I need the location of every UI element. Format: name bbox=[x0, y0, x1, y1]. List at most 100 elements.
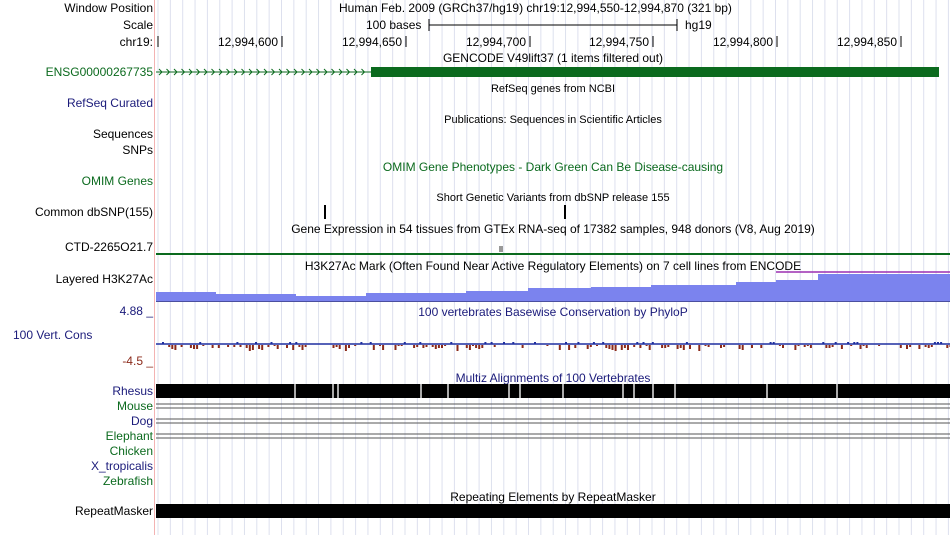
phylop-negative-bar bbox=[196, 345, 199, 349]
phylop-negative-bar bbox=[478, 345, 481, 349]
phylop-negative-bar bbox=[379, 345, 381, 346]
phylop-positive-bar bbox=[602, 342, 605, 344]
multiz-species-elephant[interactable]: Elephant bbox=[106, 429, 153, 443]
multiz-species-zebrafish[interactable]: Zebrafish bbox=[103, 474, 153, 488]
phylop-track-label[interactable]: 100 Vert. Cons bbox=[13, 328, 92, 342]
ruler-tick-label: 12,994,850 bbox=[837, 35, 897, 49]
phylop-negative-bar bbox=[738, 345, 741, 349]
phylop-negative-bar bbox=[679, 345, 682, 348]
phylop-negative-bar bbox=[614, 345, 617, 351]
phylop-negative-bar bbox=[444, 345, 447, 346]
snps-track-label[interactable]: SNPs bbox=[122, 143, 153, 157]
multiz-species-mouse[interactable]: Mouse bbox=[117, 399, 153, 413]
phylop-negative-bar bbox=[667, 345, 670, 347]
phylop-conservation-plot[interactable] bbox=[156, 320, 950, 370]
gencode-item-label[interactable]: ENSG00000267735 bbox=[46, 65, 153, 79]
phylop-positive-bar bbox=[360, 342, 363, 344]
phylop-negative-bar bbox=[751, 345, 753, 348]
phylop-negative-bar bbox=[611, 345, 614, 350]
phylop-negative-bar bbox=[704, 345, 707, 346]
phylop-positive-bar bbox=[636, 342, 639, 344]
snp-variant-mark[interactable] bbox=[564, 205, 566, 219]
phylop-negative-bar bbox=[831, 345, 834, 347]
dbsnp-variants[interactable] bbox=[156, 205, 950, 220]
phylop-positive-bar bbox=[651, 342, 654, 344]
h3k27ac-track-label[interactable]: Layered H3K27Ac bbox=[56, 272, 153, 286]
gtex-expression-mark bbox=[499, 246, 503, 252]
phylop-negative-bar bbox=[899, 345, 902, 348]
refseq-track-label[interactable]: RefSeq Curated bbox=[67, 96, 153, 110]
multiz-species-rhesus[interactable]: Rhesus bbox=[112, 384, 153, 398]
ruler-tick-label: 12,994,650 bbox=[342, 35, 402, 49]
gencode-exon-block[interactable] bbox=[371, 67, 939, 77]
phylop-positive-bar bbox=[847, 342, 850, 344]
phylop-negative-bar bbox=[465, 345, 468, 348]
phylop-negative-bar bbox=[633, 345, 636, 347]
window-position-label: Window Position bbox=[64, 1, 153, 15]
phylop-negative-bar bbox=[924, 345, 927, 347]
phylop-negative-bar bbox=[168, 345, 171, 347]
window-position-value: Human Feb. 2009 (GRCh37/hg19) chr19:12,9… bbox=[339, 1, 732, 15]
phylop-positive-bar bbox=[534, 342, 536, 344]
phylop-negative-bar bbox=[797, 345, 800, 346]
dbsnp-track-title: Short Genetic Variants from dbSNP releas… bbox=[436, 192, 670, 204]
repeat-element-block[interactable] bbox=[156, 504, 950, 518]
multiz-species-chicken[interactable]: Chicken bbox=[110, 444, 153, 458]
ruler-tick-label: 12,994,750 bbox=[589, 35, 649, 49]
phylop-positive-bar bbox=[289, 342, 292, 344]
phylop-negative-bar bbox=[481, 345, 484, 348]
phylop-negative-bar bbox=[918, 345, 921, 349]
phylop-negative-bar bbox=[782, 345, 784, 348]
scale-value: 100 bases bbox=[366, 18, 422, 32]
phylop-negative-bar bbox=[806, 345, 809, 346]
phylop-negative-bar bbox=[301, 345, 304, 350]
phylop-negative-bar bbox=[676, 345, 679, 349]
repeatmasker-track-label[interactable]: RepeatMasker bbox=[75, 504, 153, 518]
phylop-negative-bar bbox=[437, 345, 440, 348]
phylop-negative-bar bbox=[456, 345, 459, 351]
publications-track-label[interactable]: Sequences bbox=[93, 127, 153, 141]
phylop-negative-bar bbox=[217, 345, 220, 348]
phylop-negative-bar bbox=[261, 345, 264, 350]
phylop-positive-bar bbox=[484, 342, 487, 344]
rhesus-alignment-block[interactable] bbox=[156, 384, 950, 398]
phylop-negative-bar bbox=[608, 345, 611, 349]
rhesus-alignment-gap bbox=[622, 384, 624, 398]
h3k27ac-signal[interactable] bbox=[156, 270, 950, 302]
phylop-negative-bar bbox=[865, 345, 868, 348]
multiz-species-dog[interactable]: Dog bbox=[131, 414, 153, 428]
phylop-negative-bar bbox=[394, 345, 397, 350]
phylop-negative-bar bbox=[862, 345, 865, 346]
phylop-positive-bar bbox=[940, 342, 943, 344]
base-position-ruler[interactable]: 12,994,600 12,994,650 12,994,700 12,994,750… bbox=[156, 34, 950, 50]
gtex-expression-bar[interactable] bbox=[156, 246, 950, 256]
rhesus-alignment-gap bbox=[766, 384, 768, 398]
phylop-positive-bar bbox=[369, 342, 372, 344]
phylop-negative-bar bbox=[193, 345, 195, 349]
phylop-positive-bar bbox=[933, 342, 936, 344]
gtex-track-label[interactable]: CTD-2265O21.7 bbox=[65, 240, 153, 254]
phylop-negative-bar bbox=[211, 345, 214, 348]
phylop-negative-bar bbox=[434, 345, 437, 349]
omim-track-label[interactable]: OMIM Genes bbox=[82, 174, 153, 188]
repeatmasker-element[interactable] bbox=[156, 504, 950, 518]
snp-variant-mark[interactable] bbox=[324, 205, 326, 219]
gtex-track-title: Gene Expression in 54 tissues from GTEx … bbox=[291, 222, 815, 236]
phylop-positive-bar bbox=[512, 342, 515, 344]
phylop-negative-bar bbox=[589, 345, 592, 347]
phylop-negative-bar bbox=[698, 345, 701, 351]
phylop-negative-bar bbox=[648, 345, 651, 350]
multiz-species-x-tropicalis[interactable]: X_tropicalis bbox=[91, 459, 153, 473]
phylop-positive-bar bbox=[592, 342, 595, 344]
multiz-alignment-blocks[interactable] bbox=[156, 384, 950, 440]
rhesus-alignment-gap bbox=[519, 384, 521, 398]
dbsnp-track-label[interactable]: Common dbSNP(155) bbox=[35, 205, 153, 219]
gencode-gene-model[interactable] bbox=[156, 66, 950, 78]
phylop-negative-bar bbox=[397, 345, 400, 346]
scale-bar bbox=[428, 19, 678, 31]
phylop-negative-bar bbox=[425, 345, 428, 347]
rhesus-alignment-gap bbox=[447, 384, 449, 398]
publications-track-title: Publications: Sequences in Scientific Ar… bbox=[444, 114, 662, 126]
phylop-negative-bar bbox=[794, 345, 797, 350]
phylop-positive-bar bbox=[642, 342, 645, 344]
